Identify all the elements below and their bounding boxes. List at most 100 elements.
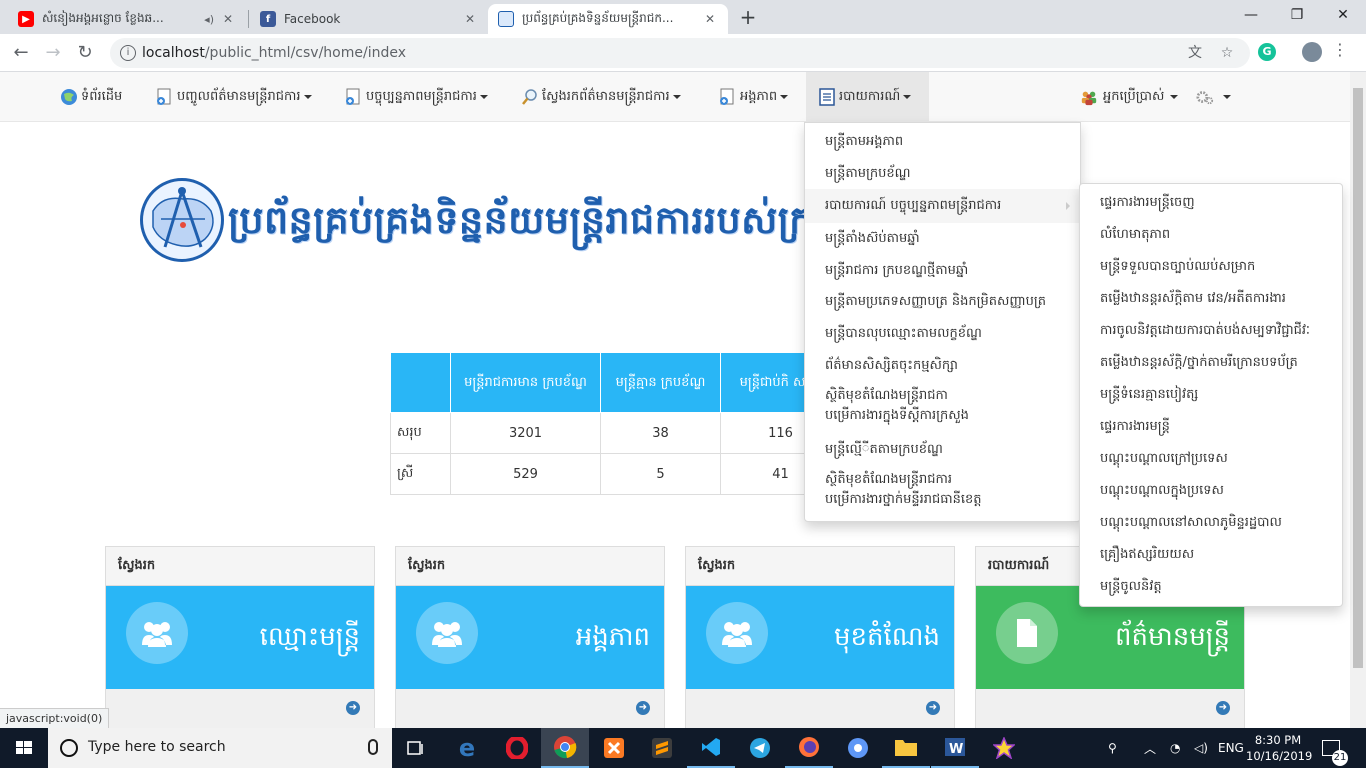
panel-footer[interactable]: ➜ — [106, 689, 374, 729]
chrome-icon[interactable] — [541, 728, 589, 768]
submenu-item[interactable]: បណ្តុះបណ្តាលក្នុងប្រទេស — [1080, 482, 1342, 500]
speaker-icon[interactable]: ◂) — [204, 13, 214, 26]
tray-expand-icon[interactable]: ︿ — [1144, 728, 1156, 768]
action-center-icon[interactable]: 21 — [1322, 728, 1348, 768]
menu-item-submenu[interactable]: របាយការណ៍ បច្ចុប្បន្នភាពមន្ត្រីរាជការ — [805, 189, 1080, 223]
nav-report-dropdown[interactable]: របាយការណ៍ — [806, 72, 929, 122]
profile-avatar[interactable] — [1302, 42, 1322, 62]
submenu-item[interactable]: ផ្ទេរការងារមន្ត្រីចេញ — [1080, 194, 1342, 212]
info-icon[interactable]: i — [120, 45, 136, 61]
submenu-item[interactable]: ផ្ទេរការងារមន្ត្រី — [1080, 418, 1342, 436]
nav-search-dropdown[interactable]: ស្វែងរកព័ត៌មានមន្ត្រីរាជការ — [521, 72, 681, 122]
close-window-icon[interactable]: ✕ — [1320, 0, 1366, 30]
menu-item[interactable]: ព័ត៌មានសិស្សិតចុះកម្មសិក្សា — [805, 357, 1080, 375]
minimize-icon[interactable]: — — [1228, 0, 1274, 30]
facebook-icon: f — [260, 11, 276, 27]
arrow-circle-right-icon[interactable]: ➜ — [926, 701, 940, 715]
chrome-menu-icon[interactable]: ⋮ — [1332, 40, 1348, 59]
task-view-icon[interactable] — [392, 728, 440, 768]
address-url[interactable]: localhost/public_html/csv/home/index — [142, 45, 406, 61]
file-explorer-icon[interactable] — [882, 728, 930, 768]
new-tab-button[interactable]: + — [736, 6, 760, 30]
menu-item-line1[interactable]: ស្ថិតិមុខតំណែងមន្ត្រីរាជកា — [805, 387, 1080, 405]
menu-item[interactable]: មន្ត្រីលើ្មីតតាមក្របខ័ណ្ឌ — [805, 441, 1080, 459]
close-tab-icon[interactable]: ✕ — [462, 12, 478, 26]
people-icon[interactable]: ⚲ — [1108, 728, 1117, 768]
taskbar-search[interactable]: Type here to search — [48, 728, 392, 768]
submenu-item[interactable]: គ្រឿងឥស្សរិយយស — [1080, 546, 1342, 564]
menu-item[interactable]: មន្ត្រីតាមអង្គភាព — [805, 133, 1080, 151]
submenu-item[interactable]: តម្លើងឋានន្តរស័ក្តិតាម វេន/អតីតការងារ — [1080, 290, 1342, 308]
firefox-icon[interactable] — [785, 728, 833, 768]
submenu-item[interactable]: មន្ត្រីទំនេរគ្មានបៀវត្ស — [1080, 386, 1342, 404]
menu-item[interactable]: មន្ត្រីតាមក្របខ័ណ្ឌ — [805, 165, 1080, 183]
panel-body[interactable]: អង្គភាព — [396, 586, 664, 689]
nav-settings-dropdown[interactable] — [1196, 72, 1231, 122]
users-icon — [142, 622, 172, 647]
chrome-secondary-icon[interactable] — [834, 728, 882, 768]
nav-home[interactable]: ទំព័រដើម — [60, 72, 122, 122]
word-icon[interactable]: W — [931, 728, 979, 768]
panel-body[interactable]: ឈ្មោះមន្ត្រី — [106, 586, 374, 689]
language-indicator[interactable]: ENG — [1218, 728, 1244, 768]
page-scrollbar[interactable] — [1350, 72, 1366, 728]
panel-footer[interactable]: ➜ — [396, 689, 664, 729]
arrow-circle-right-icon[interactable]: ➜ — [636, 701, 650, 715]
address-bar[interactable]: i localhost/public_html/csv/home/index 文… — [110, 38, 1250, 68]
menu-item[interactable]: មន្ត្រីតាមប្រភេទសញ្ញាបត្រ និងកម្រិតសញ្ញា… — [805, 293, 1080, 311]
star-app-icon[interactable] — [980, 728, 1028, 768]
windows-taskbar: Type here to search e W ⚲ ︿ ◔ ◁) ENG 8:3… — [0, 728, 1366, 768]
submenu-item[interactable]: មន្ត្រីទទួលបានច្បាប់ឈប់សម្រាក — [1080, 258, 1342, 276]
arrow-circle-right-icon[interactable]: ➜ — [346, 701, 360, 715]
back-arrow-icon[interactable]: ← — [8, 40, 34, 66]
browser-tab-active[interactable]: ប្រព័ន្ធគ្រប់គ្រងទិន្នន័យមន្ត្រីរាជក... … — [488, 4, 728, 34]
submenu-item[interactable]: ការចូលនិវត្តដោយការបាត់បង់សម្បទាវិជ្ជាជីវ… — [1080, 322, 1342, 340]
menu-item[interactable]: មន្ត្រីរាជការ ក្របខណ្ឌថ្មីតាមឆ្នាំ — [805, 262, 1080, 280]
panel-body[interactable]: មុខតំណែង — [686, 586, 954, 689]
scroll-thumb[interactable] — [1353, 88, 1363, 668]
arrow-circle-right-icon[interactable]: ➜ — [1216, 701, 1230, 715]
panel-footer[interactable]: ➜ — [686, 689, 954, 729]
search-entity-panel[interactable]: ស្វែងរក អង្គភាព ➜ — [395, 546, 665, 729]
submenu-item[interactable]: បណ្តុះបណ្តាលនៅសាលាភូមិន្ទរដ្ឋបាល — [1080, 514, 1342, 532]
panel-footer[interactable]: ➜ — [976, 689, 1244, 729]
sublime-icon[interactable] — [638, 728, 686, 768]
users-icon — [432, 622, 462, 647]
star-bookmark-icon[interactable]: ☆ — [1218, 44, 1236, 62]
submenu-item[interactable]: មន្ត្រីចូលនិវត្ត — [1080, 578, 1342, 596]
nav-user-dropdown[interactable]: អ្នកប្រើប្រាស់ — [1080, 72, 1179, 122]
search-position-panel[interactable]: ស្វែងរក មុខតំណែង ➜ — [685, 546, 955, 729]
browser-tab-youtube[interactable]: ▶ សំនៀងអង្គអន្លោច ខ្លែងឆ... ◂) ✕ — [8, 4, 246, 34]
browser-tab-facebook[interactable]: f Facebook ✕ — [250, 4, 488, 34]
submenu-item[interactable]: បណ្តុះបណ្តាលក្រៅប្រទេស — [1080, 450, 1342, 468]
close-tab-icon[interactable]: ✕ — [220, 12, 236, 26]
grammarly-extension-icon[interactable]: G — [1258, 43, 1276, 61]
nav-input-dropdown[interactable]: បញ្ចូលព័ត៌មានមន្ត្រីរាជការ — [156, 72, 312, 122]
microphone-icon[interactable] — [368, 739, 378, 755]
maximize-icon[interactable]: ❐ — [1274, 0, 1320, 30]
telegram-icon[interactable] — [736, 728, 784, 768]
menu-item[interactable]: មន្ត្រីតាំងស៊ប់តាមឆ្នាំ — [805, 230, 1080, 248]
reload-icon[interactable]: ↻ — [72, 40, 98, 66]
menu-item-line2[interactable]: បម្រើការងារក្នុងទីស្តីការក្រសួង — [805, 407, 1080, 425]
xampp-icon[interactable] — [590, 728, 638, 768]
nav-entity-dropdown[interactable]: អង្គភាព — [719, 72, 789, 122]
forward-arrow-icon[interactable]: → — [40, 40, 66, 66]
nav-status-dropdown[interactable]: បច្ចុប្បន្នភាពមន្ត្រីរាជការ — [345, 72, 488, 122]
volume-icon[interactable]: ◁) — [1194, 728, 1208, 768]
submenu-item[interactable]: លំហែមាតុភាព — [1080, 226, 1342, 244]
edge-icon[interactable]: e — [443, 728, 491, 768]
vscode-icon[interactable] — [687, 728, 735, 768]
taskbar-clock[interactable]: 8:30 PM 10/16/2019 — [1246, 732, 1312, 764]
translate-icon[interactable]: 文 — [1186, 44, 1204, 62]
start-button[interactable] — [0, 728, 48, 768]
menu-item-line1[interactable]: ស្ថិតិមុខតំណែងមន្ត្រីរាជការ — [805, 471, 1080, 489]
opera-icon[interactable] — [493, 728, 541, 768]
submenu-item[interactable]: តម្លើងឋានន្តរស័ក្តិ/ថ្នាក់តាមរីក្រោនបទប័… — [1080, 354, 1342, 372]
menu-item[interactable]: មន្ត្រីបានលុបឈ្មោះតាមលក្ខខ័ណ្ឌ — [805, 325, 1080, 343]
close-tab-icon[interactable]: ✕ — [702, 12, 718, 26]
menu-item-line2[interactable]: បម្រើការងារថ្នាក់មន្ទីររាជធានីខេត្ត — [805, 491, 1080, 509]
search-officer-name-panel[interactable]: ស្វែងរក ឈ្មោះមន្ត្រី ➜ — [105, 546, 375, 729]
caret-down-icon — [479, 95, 488, 99]
network-icon[interactable]: ◔ — [1170, 728, 1180, 768]
